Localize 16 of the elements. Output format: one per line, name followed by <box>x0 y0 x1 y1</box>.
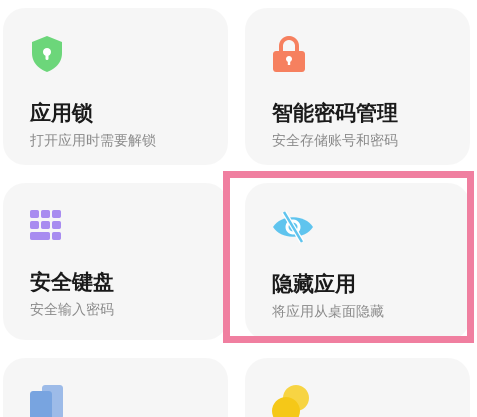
card-title: 安全键盘 <box>30 270 114 296</box>
shield-lock-icon <box>30 35 64 73</box>
stacked-pages-icon <box>30 385 64 417</box>
hidden-eye-icon <box>272 210 314 244</box>
card-subtitle: 打开应用时需要解锁 <box>30 133 156 150</box>
card-background[interactable]: 应用锁 打开应用时需要解锁 <box>3 8 228 165</box>
card-subtitle: 安全输入密码 <box>30 302 114 319</box>
card-title: 隐藏应用 <box>272 272 356 298</box>
coins-icon <box>272 385 310 417</box>
card-title: 智能密码管理 <box>272 101 398 126</box>
card-title: 应用锁 <box>30 101 93 126</box>
padlock-icon <box>272 35 306 73</box>
card-background[interactable]: 智能密码管理 安全存储账号和密码 <box>245 8 470 165</box>
card-subtitle: 将应用从桌面隐藏 <box>272 304 384 321</box>
card-subtitle: 安全存储账号和密码 <box>272 133 398 150</box>
keypad-icon <box>30 210 62 242</box>
